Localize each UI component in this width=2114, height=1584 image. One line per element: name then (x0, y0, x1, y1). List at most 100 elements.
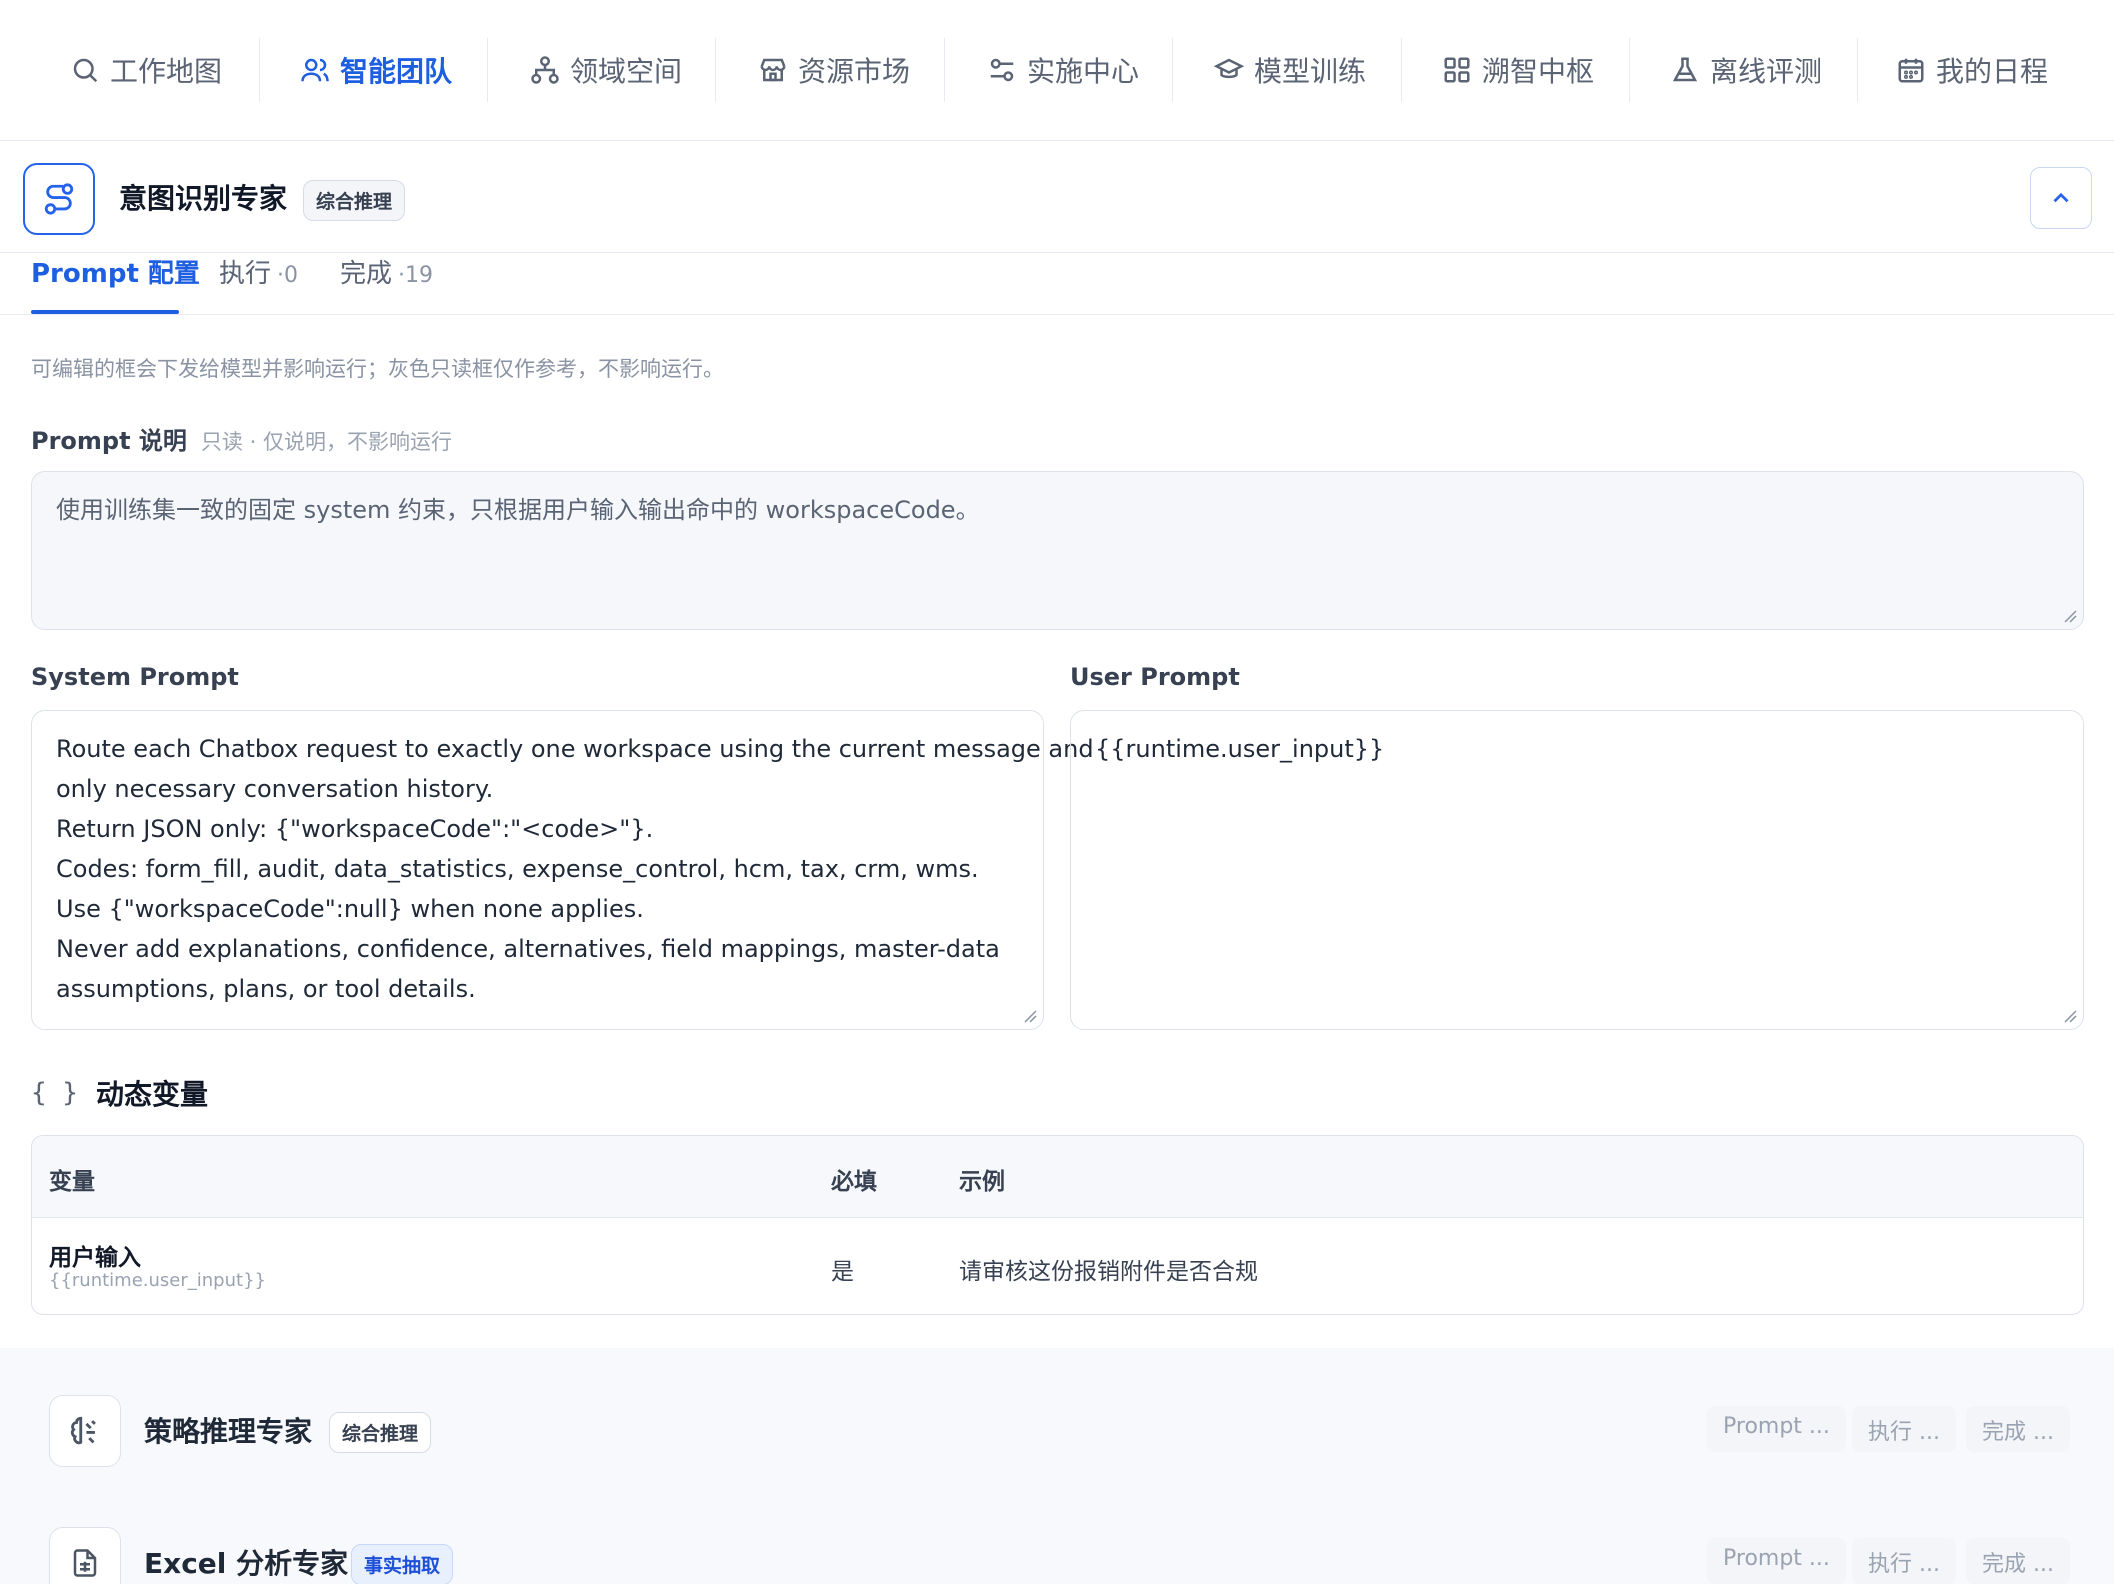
nav-item-label: 离线评测 (1709, 55, 1822, 88)
tab-count: ·19 (398, 263, 434, 288)
tab-prompt-config[interactable]: Prompt ... (1707, 1406, 1846, 1452)
nav-item-smart-team[interactable]: 智能团队 (296, 44, 456, 96)
spreadsheet-file-icon (49, 1527, 121, 1584)
dynamic-variables-title: { } 动态变量 (31, 1073, 208, 1113)
user-prompt-textarea[interactable]: {{runtime.user_input}} (1070, 710, 2084, 1030)
users-icon (300, 55, 330, 85)
user-prompt-text: {{runtime.user_input}} (1095, 735, 1385, 763)
column-header-variable: 变量 (49, 1169, 95, 1195)
route-icon (23, 163, 95, 235)
nav-item-label: 领域空间 (569, 55, 682, 88)
nav-divider (1857, 38, 1858, 102)
nav-item-label: 实施中心 (1026, 55, 1139, 88)
expert-row-excel-analysis[interactable]: Excel 分析专家 事实抽取 Prompt ... 执行 ... 完成 ... (0, 1518, 2114, 1584)
nav-divider (1629, 38, 1630, 102)
expert-name: 策略推理专家 (144, 1415, 313, 1448)
dynamic-variables-title-text: 动态变量 (95, 1078, 208, 1111)
store-icon (758, 55, 788, 85)
variable-key: {{runtime.user_input}} (49, 1270, 266, 1291)
expert-category-badge: 综合推理 (329, 1412, 432, 1453)
expert-tabs: Prompt 配置 执行 ·0 完成 ·19 (0, 253, 2114, 315)
expert-name: Excel 分析专家 (144, 1547, 349, 1580)
nav-item-my-schedule[interactable]: 我的日程 (1892, 44, 2052, 96)
other-experts-list: 策略推理专家 综合推理 Prompt ... 执行 ... 完成 ... Exc… (0, 1348, 2114, 1584)
system-prompt-label: System Prompt (31, 663, 239, 691)
system-prompt-line: only necessary conversation history. (56, 775, 494, 803)
nav-item-label: 模型训练 (1253, 55, 1366, 88)
dynamic-variables-table: 变量 必填 示例 用户输入 {{runtime.user_input}} 是 请… (31, 1135, 2084, 1315)
nav-item-work-map[interactable]: 工作地图 (66, 44, 226, 96)
prompt-desc-sublabel: 只读 · 仅说明，不影响运行 (200, 430, 452, 454)
nav-item-label: 溯智中枢 (1481, 55, 1594, 88)
collapse-button[interactable] (2030, 167, 2092, 229)
active-tab-indicator (31, 310, 179, 314)
system-prompt-line: Route each Chatbox request to exactly on… (56, 735, 1094, 763)
system-prompt-line: Use {"workspaceCode":null} when none app… (56, 895, 644, 923)
system-prompt-line: Never add explanations, confidence, alte… (56, 935, 1000, 963)
tab-prompt-config[interactable]: Prompt 配置 (31, 253, 200, 290)
nav-divider (715, 38, 716, 102)
user-prompt-label: User Prompt (1070, 663, 1240, 691)
tab-count: ·0 (277, 263, 299, 288)
prompt-desc-readonly-box[interactable]: 使用训练集一致的固定 system 约束，只根据用户输入输出命中的 worksp… (31, 471, 2084, 630)
nav-item-label: 我的日程 (1935, 55, 2048, 88)
table-header: 变量 必填 示例 (32, 1136, 2083, 1218)
prompt-desc-text: 使用训练集一致的固定 system 约束，只根据用户输入输出命中的 worksp… (56, 496, 980, 524)
braces-icon: { } (31, 1078, 78, 1108)
top-navigation: 工作地图 智能团队 领域空间 资源市场 实施中心 模型训练 溯智中枢 离线评测 … (0, 0, 2114, 141)
variable-name: 用户输入 (49, 1245, 141, 1271)
nav-divider (259, 38, 260, 102)
nav-item-resource-market[interactable]: 资源市场 (754, 44, 914, 96)
calendar-icon (1896, 55, 1926, 85)
tab-completed[interactable]: 完成 ·19 (340, 253, 433, 290)
nav-item-domain-space[interactable]: 领域空间 (526, 44, 686, 96)
tab-running[interactable]: 执行 ... (1852, 1406, 1956, 1452)
nav-item-label: 智能团队 (339, 55, 452, 88)
system-prompt-textarea[interactable]: Route each Chatbox request to exactly on… (31, 710, 1094, 1030)
edit-hint: 可编辑的框会下发给模型并影响运行；灰色只读框仅作参考，不影响运行。 (31, 357, 724, 381)
resize-handle-icon[interactable] (2063, 1009, 2077, 1023)
system-prompt-line: assumptions, plans, or tool details. (56, 975, 476, 1003)
nav-item-trace-hub[interactable]: 溯智中枢 (1438, 44, 1598, 96)
tab-label: Prompt 配置 (31, 259, 200, 289)
expert-title: 意图识别专家 (119, 182, 288, 215)
tab-completed[interactable]: 完成 ... (1966, 1538, 2070, 1584)
tab-label: 完成 (340, 259, 393, 289)
expert-row-strategy[interactable]: 策略推理专家 综合推理 Prompt ... 执行 ... 完成 ... (0, 1386, 2114, 1476)
tab-label: 执行 (219, 259, 272, 289)
column-header-required: 必填 (831, 1169, 877, 1195)
sitemap-icon (530, 55, 560, 85)
nav-item-label: 工作地图 (109, 55, 222, 88)
nav-divider (1401, 38, 1402, 102)
search-icon (70, 55, 100, 85)
flask-icon (1670, 55, 1700, 85)
graduation-cap-icon (1213, 55, 1244, 85)
tab-running[interactable]: 执行 ·0 (219, 253, 298, 290)
resize-handle-icon[interactable] (2063, 609, 2077, 623)
nav-item-offline-eval[interactable]: 离线评测 (1666, 44, 1826, 96)
nav-item-implementation-center[interactable]: 实施中心 (983, 44, 1143, 96)
resize-handle-icon[interactable] (1023, 1009, 1037, 1023)
prompt-desc-label: Prompt 说明 只读 · 仅说明，不影响运行 (31, 421, 452, 456)
column-header-example: 示例 (959, 1169, 1005, 1195)
nav-divider (487, 38, 488, 102)
brain-icon (49, 1395, 121, 1467)
expert-category-badge: 事实抽取 (351, 1544, 454, 1584)
system-prompt-line: Return JSON only: {"workspaceCode":"<cod… (56, 815, 654, 843)
prompt-desc-label-text: Prompt 说明 (31, 427, 187, 455)
nav-divider (944, 38, 945, 102)
nav-item-model-training[interactable]: 模型训练 (1210, 44, 1370, 96)
variable-example: 请审核这份报销附件是否合规 (959, 1259, 1258, 1285)
tab-completed[interactable]: 完成 ... (1966, 1406, 2070, 1452)
chevron-up-icon (2053, 192, 2069, 203)
variable-required: 是 (831, 1259, 854, 1285)
expert-header[interactable]: 意图识别专家 综合推理 (0, 141, 2114, 253)
nav-item-label: 资源市场 (797, 55, 910, 88)
tab-running[interactable]: 执行 ... (1852, 1538, 1956, 1584)
nav-divider (1172, 38, 1173, 102)
expert-category-badge: 综合推理 (303, 180, 406, 221)
system-prompt-line: Codes: form_fill, audit, data_statistics… (56, 855, 979, 883)
tab-prompt-config[interactable]: Prompt ... (1707, 1538, 1846, 1584)
sliders-icon (987, 55, 1017, 85)
grid-icon (1442, 55, 1472, 85)
